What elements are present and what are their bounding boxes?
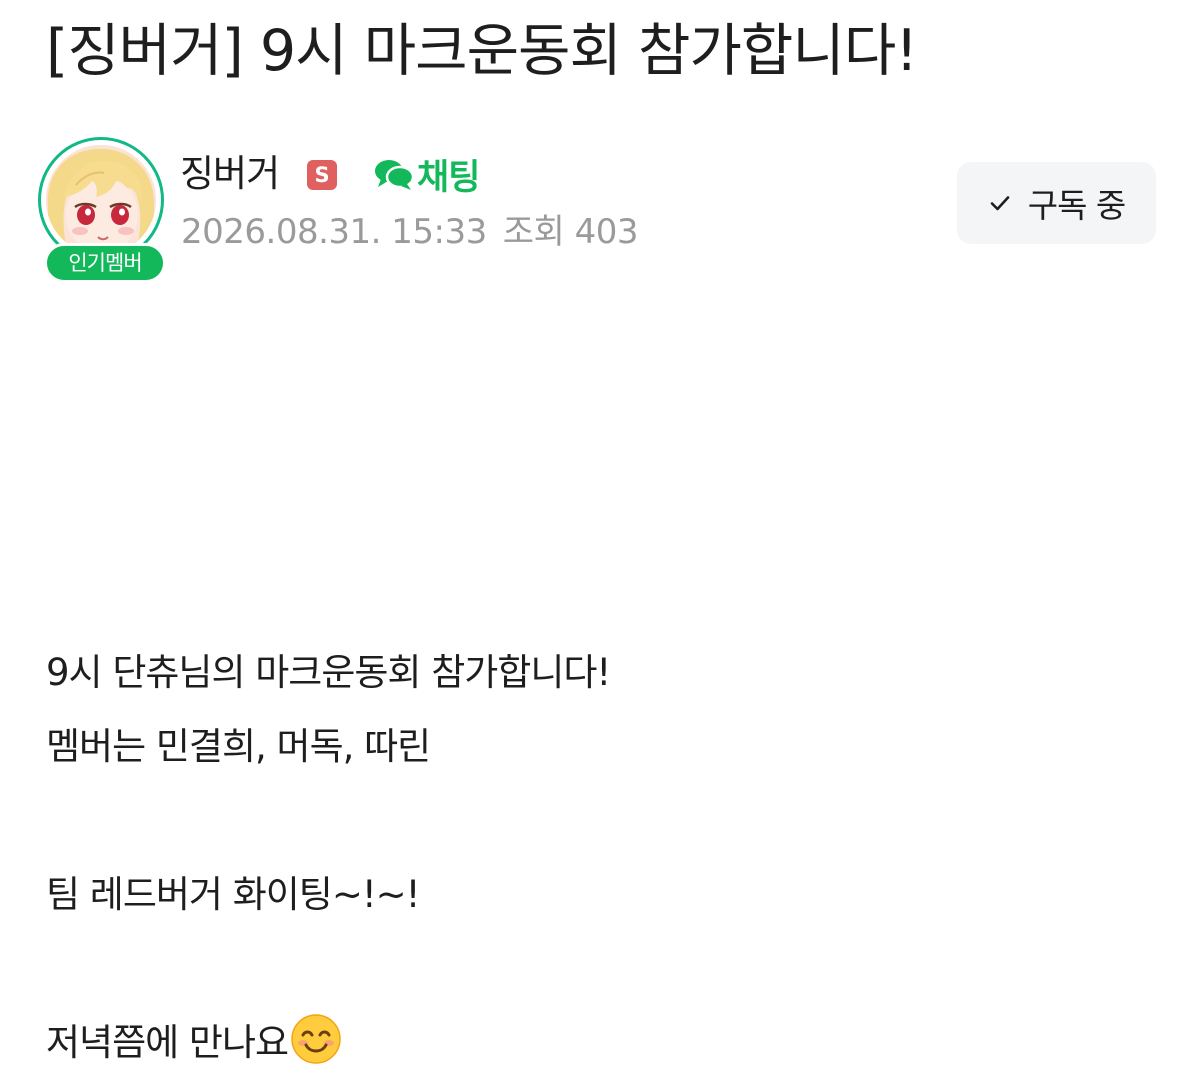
author-name[interactable]: 징버거 <box>180 151 280 197</box>
post-title: [징버거] 9시 마크운동회 참가합니다! <box>46 18 918 84</box>
speech-bubbles-icon <box>375 160 415 190</box>
content-line-last: 저녁쯤에 만나요 <box>46 1006 1156 1080</box>
subscribe-button[interactable]: 구독 중 <box>957 162 1156 244</box>
manager-badge: S <box>307 160 337 190</box>
chat-button[interactable]: 채팅 <box>373 151 480 198</box>
author-avatar[interactable]: 인기멤버 <box>38 137 170 287</box>
view-count: 조회 403 <box>502 212 639 252</box>
post-meta: 2026.08.31. 15:33 조회 403 <box>181 210 639 254</box>
post-date: 2026.08.31. 15:33 <box>181 212 487 252</box>
content-line: 팀 레드버거 화이팅~!~! <box>46 873 421 916</box>
author-block: 인기멤버 징버거 S 채팅 2026.08.31. 15:33 조회 403 구독… <box>38 137 1156 287</box>
content-text: 저녁쯤에 만나요 <box>46 1021 289 1064</box>
smiling-face-emoji <box>291 1014 341 1064</box>
subscribe-label: 구독 중 <box>1027 186 1127 225</box>
content-line: 멤버는 민결희, 머독, 따린 <box>46 725 431 768</box>
post-content: 9시 단츄님의 마크운동회 참가합니다! 멤버는 민결희, 머독, 따린 팀 레… <box>46 636 1156 1080</box>
popular-member-badge: 인기멤버 <box>44 243 166 283</box>
content-line: 9시 단츄님의 마크운동회 참가합니다! <box>46 651 611 694</box>
post-page: [징버거] 9시 마크운동회 참가합니다! 인기멤버 징버거 S 채팅 2026… <box>0 0 1200 1085</box>
chat-label: 채팅 <box>417 157 480 198</box>
avatar-illustration <box>46 145 156 255</box>
check-icon <box>990 196 1010 211</box>
avatar-image <box>46 145 156 255</box>
